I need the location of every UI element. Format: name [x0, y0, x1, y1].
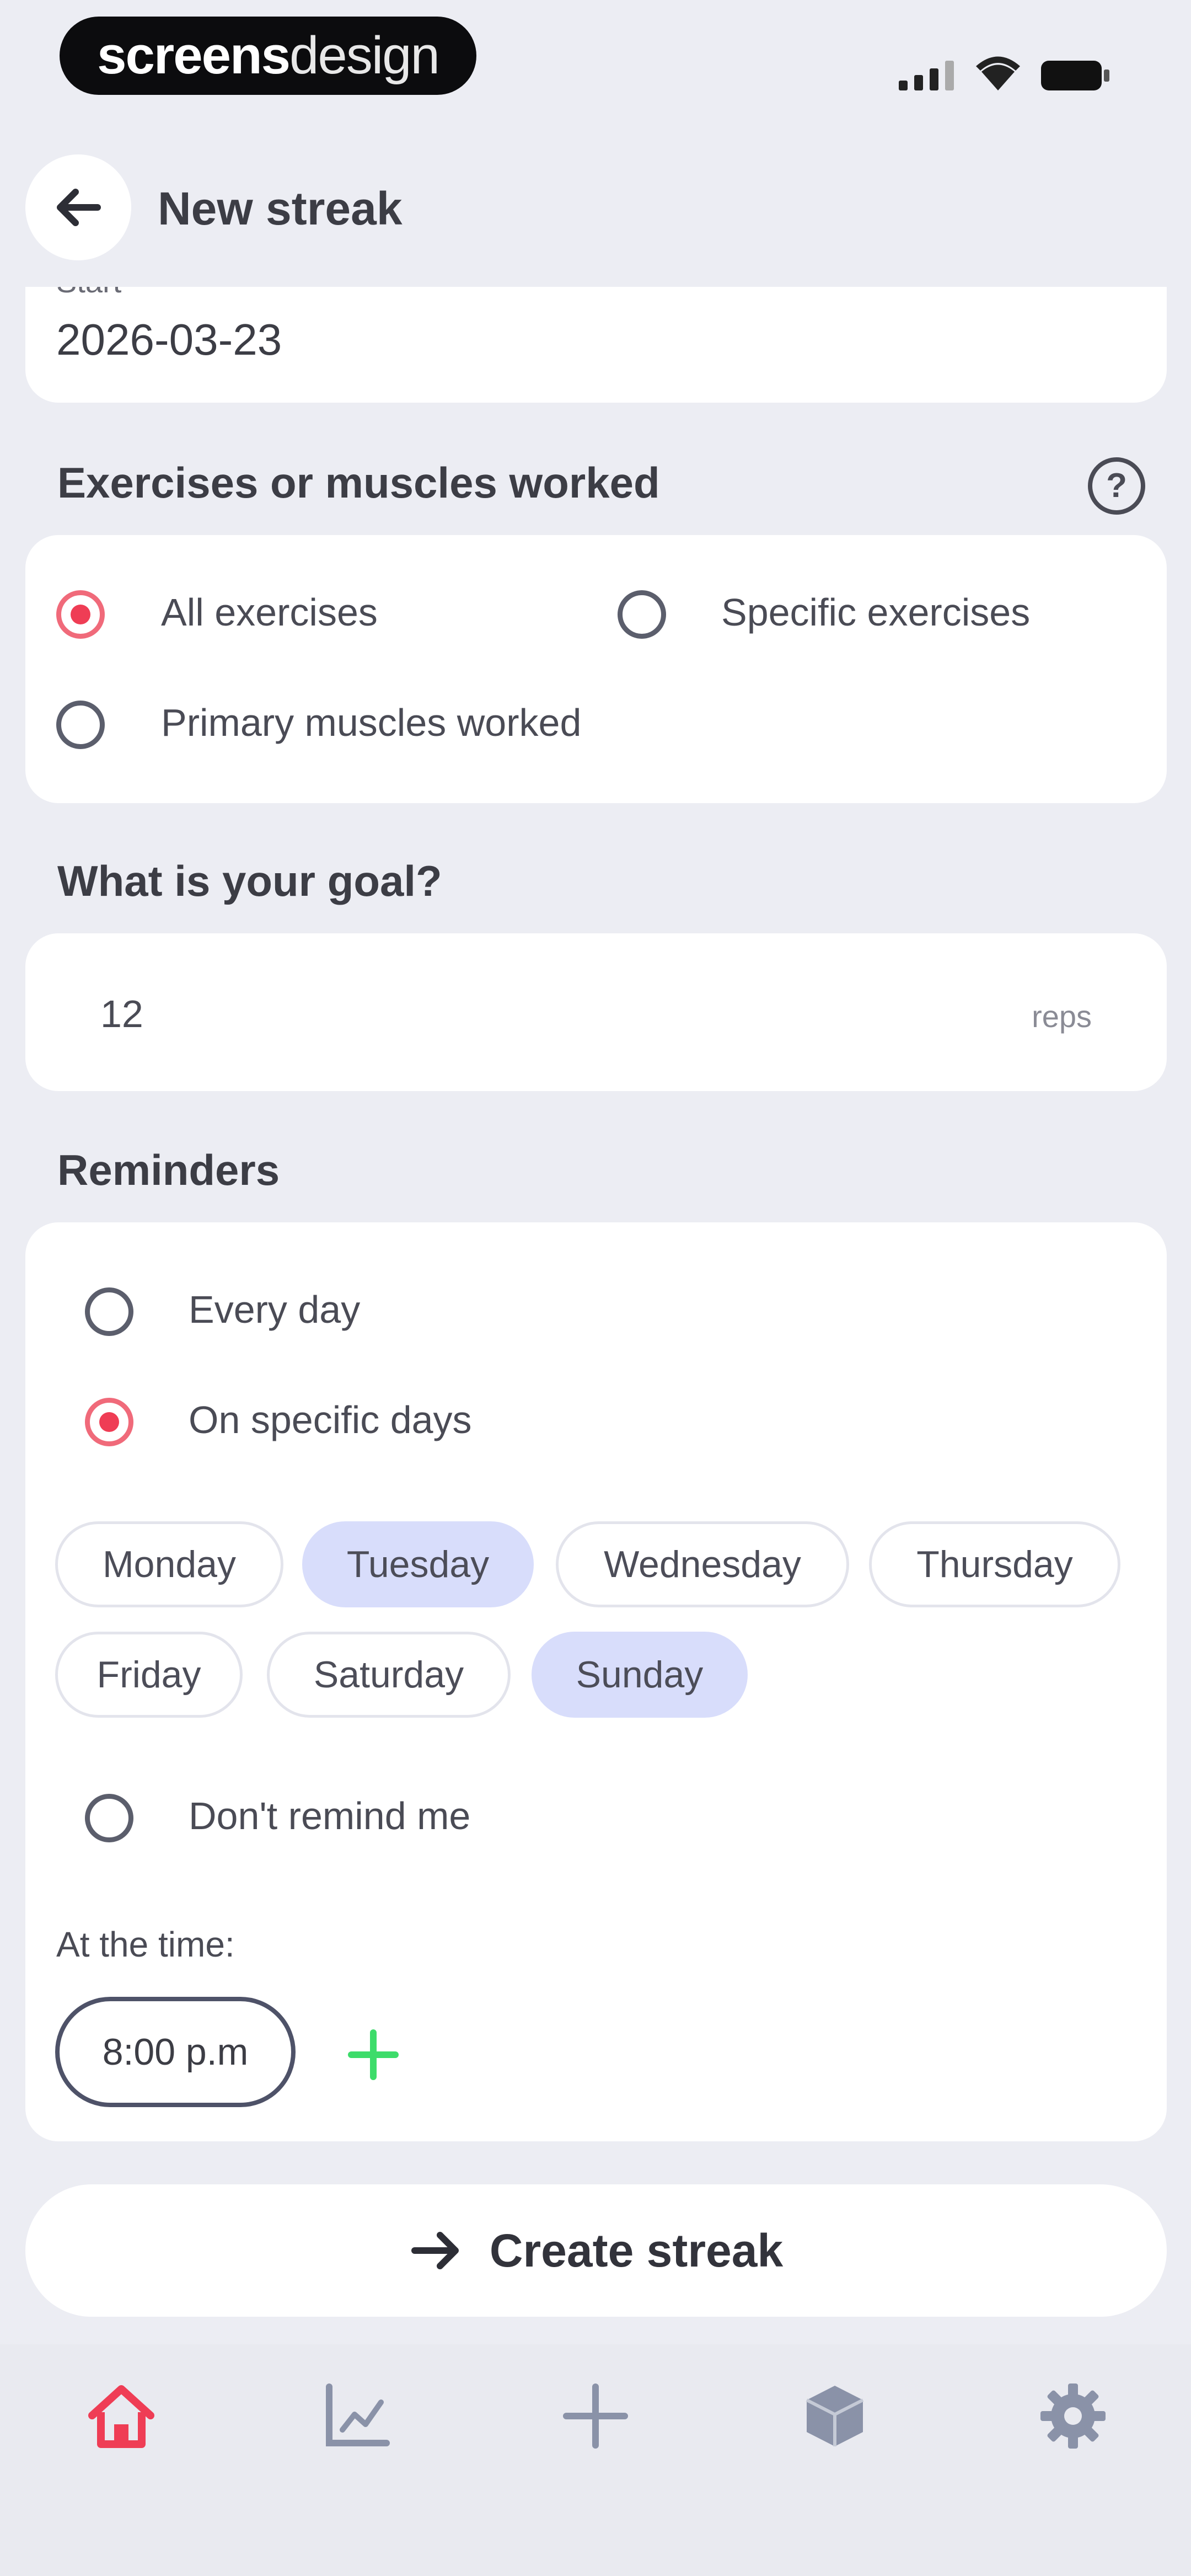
goal-input[interactable]: 12 reps — [25, 933, 1167, 1091]
wifi-icon — [976, 56, 1020, 90]
option-label: Don't remind me — [189, 1794, 471, 1837]
exercises-card: All exercises Specific exercises Primary… — [25, 535, 1167, 803]
back-button[interactable] — [25, 154, 131, 260]
settings-icon — [1040, 2383, 1106, 2449]
tab-settings[interactable] — [1029, 2372, 1117, 2460]
time-picker[interactable]: 8:00 p.m — [55, 1997, 296, 2107]
option-label: Primary muscles worked — [161, 701, 582, 744]
brand-logo-part1: screens — [97, 26, 291, 85]
goal-unit: reps — [1032, 999, 1092, 1034]
battery-icon — [1041, 61, 1109, 90]
reminders-section-title: Reminders — [57, 1146, 280, 1194]
page-title: New streak — [158, 183, 403, 234]
time-label: At the time: — [56, 1925, 235, 1964]
add-icon — [563, 2383, 628, 2449]
day-chip-thursday[interactable]: Thursday — [869, 1521, 1120, 1607]
svg-text:?: ? — [1106, 467, 1127, 505]
brand-logo: screens design — [60, 17, 476, 95]
goal-value[interactable]: 12 — [100, 992, 143, 1036]
arrow-right-icon — [411, 2232, 459, 2269]
radio-all-exercises[interactable] — [56, 590, 105, 639]
cellular-signal-icon — [899, 61, 954, 90]
start-date-value[interactable]: 2026-03-23 — [56, 314, 282, 365]
start-date-label: Start — [56, 287, 121, 300]
goal-section-title: What is your goal? — [57, 857, 442, 905]
create-streak-label: Create streak — [489, 2224, 784, 2276]
chart-icon — [326, 2383, 390, 2446]
day-chip-wednesday[interactable]: Wednesday — [556, 1521, 849, 1607]
day-chip-monday[interactable]: Monday — [55, 1521, 283, 1607]
day-chip-saturday[interactable]: Saturday — [267, 1632, 511, 1718]
radio-every-day[interactable] — [85, 1287, 133, 1336]
home-icon — [88, 2385, 154, 2448]
option-label: Every day — [189, 1288, 361, 1331]
create-streak-button[interactable]: Create streak — [25, 2184, 1167, 2317]
radio-dont-remind[interactable] — [85, 1794, 133, 1842]
option-label: Specific exercises — [721, 591, 1031, 634]
start-date-card[interactable]: Start 2026-03-23 — [25, 287, 1167, 403]
exercises-section-title: Exercises or muscles worked — [57, 458, 660, 507]
option-label: On specific days — [189, 1398, 472, 1441]
help-icon[interactable]: ? — [1086, 456, 1147, 516]
radio-primary-muscles[interactable] — [56, 701, 105, 749]
radio-specific-exercises[interactable] — [618, 590, 666, 639]
tab-home[interactable] — [77, 2372, 165, 2460]
day-chip-friday[interactable]: Friday — [55, 1632, 243, 1718]
tab-workouts[interactable] — [791, 2372, 879, 2460]
add-time-button[interactable] — [343, 2024, 404, 2085]
day-chip-sunday[interactable]: Sunday — [532, 1632, 748, 1718]
tab-add[interactable] — [551, 2372, 640, 2460]
option-label: All exercises — [161, 591, 378, 634]
brand-logo-part2: design — [289, 26, 440, 85]
day-chip-tuesday[interactable]: Tuesday — [302, 1521, 534, 1607]
cube-icon — [806, 2386, 864, 2446]
arrow-left-icon — [57, 189, 101, 226]
plus-icon — [348, 2029, 399, 2080]
radio-specific-days[interactable] — [85, 1398, 133, 1446]
tab-stats[interactable] — [312, 2372, 400, 2460]
status-icons — [893, 50, 1119, 94]
